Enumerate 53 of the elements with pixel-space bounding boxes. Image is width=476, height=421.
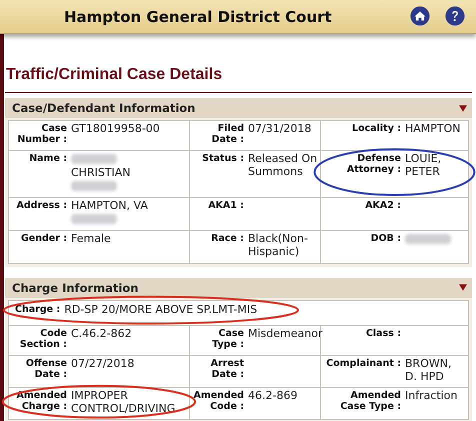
field-label: Case Type : bbox=[211, 326, 244, 350]
help-icon[interactable] bbox=[445, 6, 465, 26]
home-icon[interactable] bbox=[410, 6, 430, 26]
field-value: 46.2-869 bbox=[248, 388, 298, 402]
field-label: Amended Case Type : bbox=[339, 388, 401, 413]
section-title: Case/Defendant Information bbox=[12, 101, 196, 115]
field-label: Class : bbox=[364, 326, 401, 340]
section-header[interactable]: Case/Defendant Information bbox=[5, 98, 472, 118]
field-label: Code Section : bbox=[18, 326, 67, 350]
field-label: Offense Date : bbox=[24, 356, 67, 380]
field-label: Locality : bbox=[351, 122, 401, 136]
blurred-text-mark bbox=[405, 234, 451, 244]
field-label: Gender : bbox=[20, 232, 67, 246]
field-value: IMPROPER CONTROL/DRIVING bbox=[71, 388, 176, 416]
field-value: 07/31/2018 bbox=[248, 122, 312, 136]
field-label: Filed Date : bbox=[210, 122, 244, 146]
field-label: Arrest Date : bbox=[210, 356, 244, 380]
field-value: CHRISTIAN bbox=[71, 166, 131, 179]
field-label: Charge : bbox=[14, 302, 60, 316]
field-value: RD-SP 20/MORE ABOVE SP.LMT-MIS bbox=[64, 302, 258, 316]
field-value: HAMPTON, VA bbox=[71, 198, 148, 212]
collapse-triangle-icon[interactable] bbox=[459, 284, 467, 292]
field-label: Name : bbox=[28, 152, 67, 166]
field-label: Status : bbox=[201, 152, 244, 166]
field-value: Black(Non-Hispanic) bbox=[248, 232, 309, 259]
field-label: AKA1 : bbox=[207, 198, 244, 212]
field-value: Female bbox=[71, 232, 111, 246]
field-label: Address : bbox=[16, 198, 67, 213]
field-value: Infraction bbox=[405, 388, 458, 402]
blurred-text-mark bbox=[71, 180, 117, 191]
field-value: Misdemeanor bbox=[248, 326, 322, 340]
field-value: BROWN, D. HPD bbox=[405, 356, 452, 383]
field-label: DOB : bbox=[370, 232, 401, 246]
collapse-triangle-icon[interactable] bbox=[459, 104, 467, 112]
court-title: Hampton General District Court bbox=[64, 8, 332, 26]
field-label: Race : bbox=[210, 232, 244, 246]
section-header[interactable]: Charge Information bbox=[5, 278, 472, 298]
blurred-text-mark bbox=[71, 214, 117, 224]
field-label: Amended Charge : bbox=[15, 388, 67, 414]
page-title: Traffic/Criminal Case Details bbox=[5, 66, 472, 93]
section-title: Charge Information bbox=[12, 280, 138, 295]
field-value: Released On Summons bbox=[248, 152, 318, 178]
field-label: AKA2 : bbox=[364, 198, 401, 212]
blurred-text-mark bbox=[71, 154, 117, 164]
field-value: C.46.2-862 bbox=[71, 326, 132, 340]
field-value: HAMPTON bbox=[405, 122, 461, 136]
field-label: Defense Attorney : bbox=[346, 152, 401, 178]
field-label: Amended Code : bbox=[192, 388, 244, 413]
field-label: Complainant : bbox=[325, 356, 401, 370]
field-value: LOUIE, PETER bbox=[405, 152, 442, 178]
field-label: Case Number : bbox=[16, 122, 67, 146]
field-value: 07/27/2018 bbox=[71, 356, 134, 370]
field-value: GT18019958-00 bbox=[71, 122, 160, 136]
